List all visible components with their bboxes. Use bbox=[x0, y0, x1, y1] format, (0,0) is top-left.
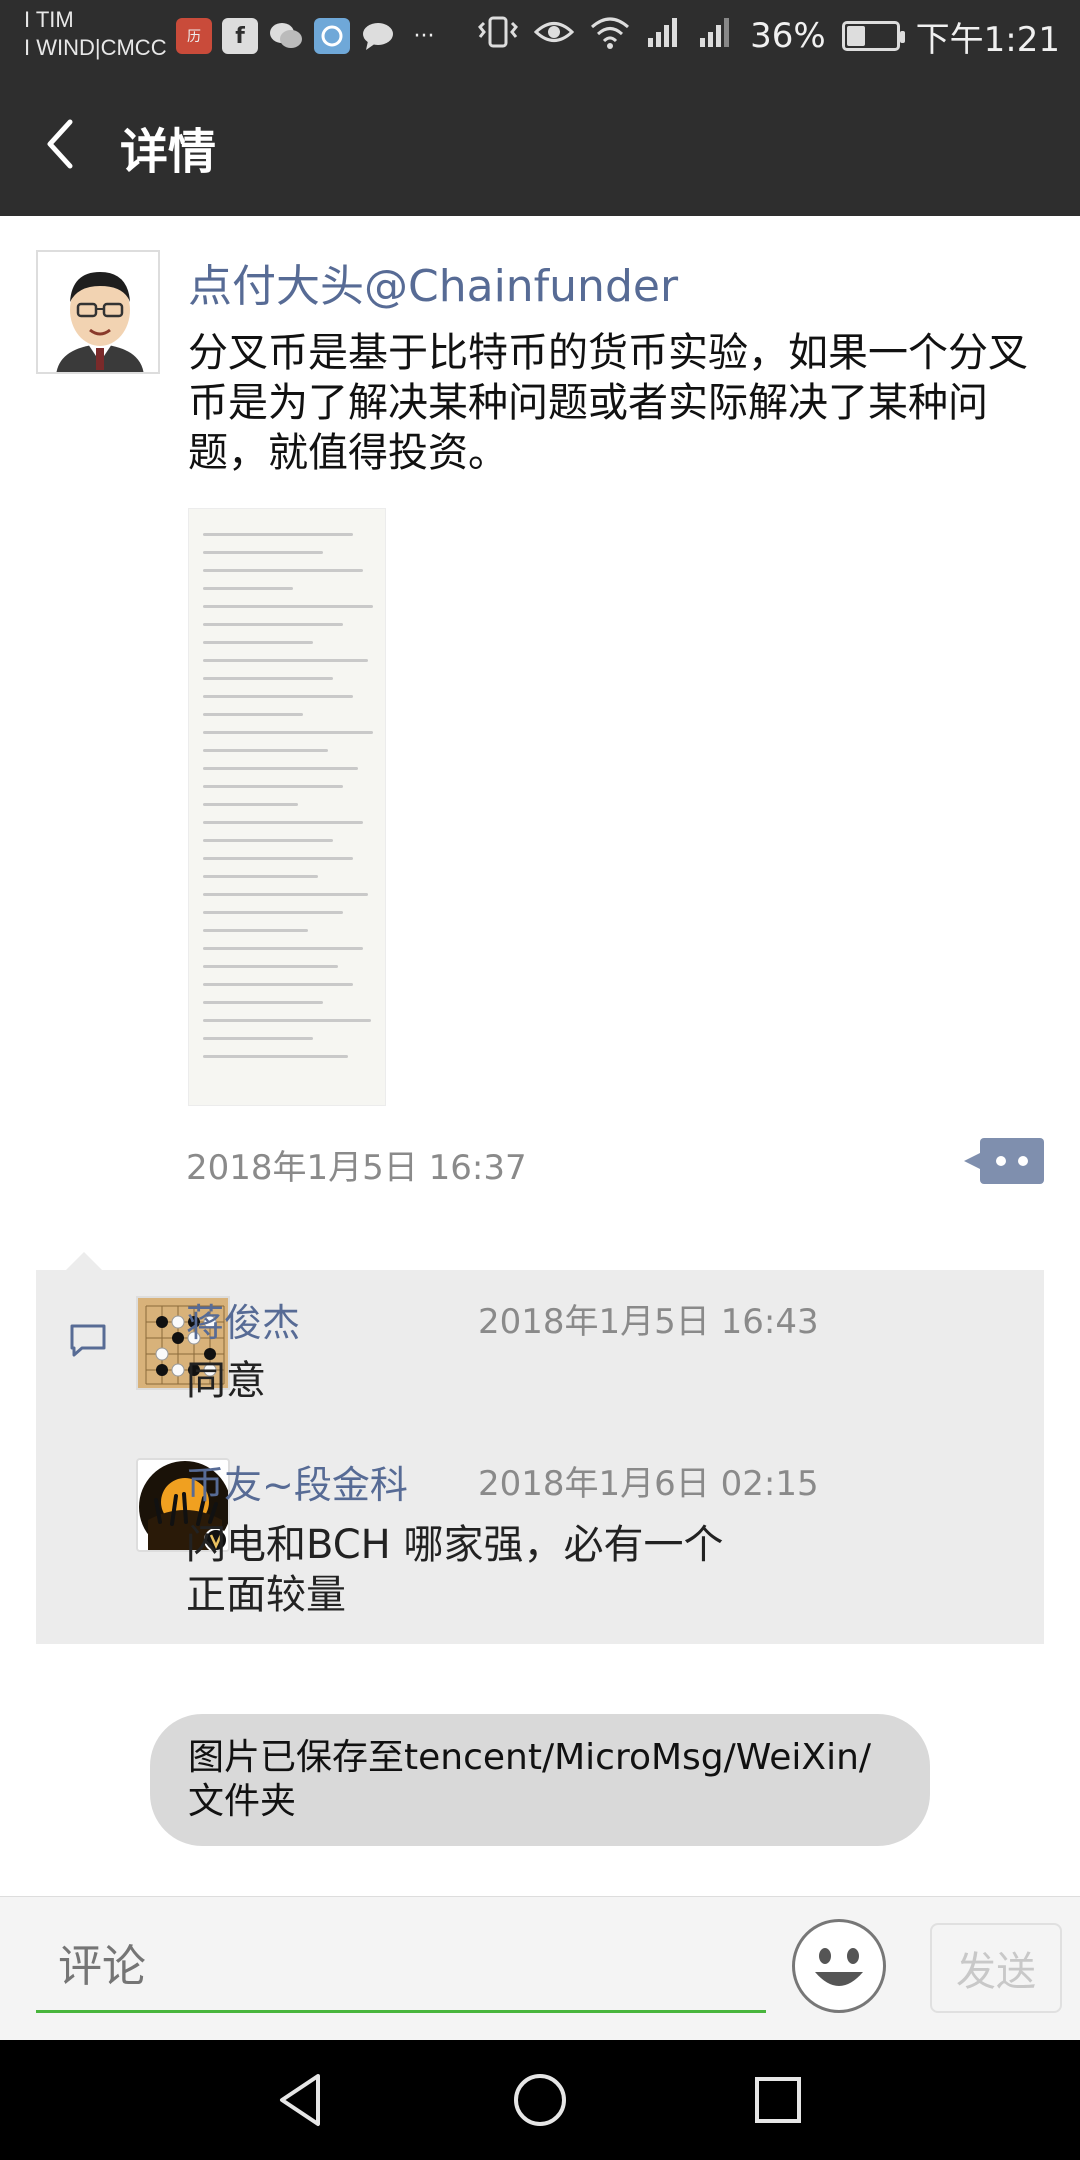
carrier-line-2: I WIND|CMCC bbox=[24, 35, 167, 60]
thumbnail-text-line bbox=[203, 641, 313, 644]
status-bar: I TIM I WIND|CMCC 历 f ··· 36% 下午1:21 bbox=[0, 0, 1080, 72]
system-navigation-bar bbox=[0, 2040, 1080, 2160]
nav-recents-icon[interactable] bbox=[746, 2068, 810, 2132]
dot-icon bbox=[1018, 1156, 1028, 1166]
thumbnail-text-line bbox=[203, 659, 368, 662]
thumbnail-text-line bbox=[203, 911, 343, 914]
comment-bubble-icon bbox=[68, 1322, 108, 1358]
facebook-icon: f bbox=[222, 18, 258, 54]
clock: 下午1:21 bbox=[915, 19, 1060, 60]
thumbnail-text-line bbox=[203, 839, 333, 842]
message-icon bbox=[360, 18, 396, 54]
battery-icon bbox=[841, 21, 905, 51]
thumbnail-text-line bbox=[203, 713, 303, 716]
thumbnail-text-line bbox=[203, 731, 373, 734]
thumbnail-text-line bbox=[203, 623, 343, 626]
carrier-line-1: I TIM bbox=[24, 7, 74, 32]
comment-input-bar: 发送 bbox=[0, 1896, 1080, 2040]
nav-home-icon[interactable] bbox=[508, 2068, 572, 2132]
notification-icons: 历 f ··· bbox=[176, 16, 442, 56]
thumbnail-text-line bbox=[203, 1001, 323, 1004]
carrier-info: I TIM I WIND|CMCC bbox=[24, 6, 167, 62]
thumbnail-text-line bbox=[203, 803, 298, 806]
post-image-thumbnail[interactable] bbox=[188, 508, 386, 1106]
post-text: 分叉币是基于比特币的货币实验，如果一个分叉币是为了解决某种问题或者实际解决了某种… bbox=[188, 330, 1028, 476]
toast-message: 图片已保存至tencent/MicroMsg/WeiXin/文件夹 bbox=[150, 1714, 930, 1846]
thumbnail-text-line bbox=[203, 1055, 348, 1058]
signal-1-icon bbox=[646, 16, 682, 57]
wifi-icon bbox=[590, 15, 630, 58]
thumbnail-text-line bbox=[203, 893, 368, 896]
thumbnail-text-line bbox=[203, 569, 363, 572]
eye-icon bbox=[533, 16, 575, 56]
qq-browser-icon bbox=[314, 18, 350, 54]
thumbnail-text-line bbox=[203, 587, 293, 590]
post-timestamp: 2018年1月5日 16:37 bbox=[186, 1148, 527, 1188]
thumbnail-text-line bbox=[203, 1019, 371, 1022]
more-actions-button[interactable] bbox=[964, 1138, 1044, 1184]
thumbnail-text-line bbox=[203, 533, 353, 536]
post-author-name[interactable]: 点付大头@Chainfunder bbox=[188, 250, 678, 314]
emoji-button[interactable] bbox=[792, 1919, 886, 2013]
vibrate-icon bbox=[478, 15, 519, 58]
thumbnail-text-line bbox=[203, 551, 323, 554]
thumbnail-text-line bbox=[203, 785, 343, 788]
nav-back-icon[interactable] bbox=[270, 2068, 334, 2132]
comment-timestamp: 2018年1月5日 16:43 bbox=[478, 1302, 819, 1342]
battery-fill bbox=[846, 26, 865, 46]
comments-panel: 蒋俊杰 2018年1月5日 16:43 同意 币友~段金科 2018年1月6日 … bbox=[36, 1252, 1044, 1644]
thumbnail-text-line bbox=[203, 983, 353, 986]
author-avatar[interactable] bbox=[36, 250, 160, 374]
comment-timestamp: 2018年1月6日 02:15 bbox=[478, 1464, 819, 1504]
thumbnail-text-line bbox=[203, 767, 358, 770]
page-title: 详情 bbox=[120, 124, 217, 180]
send-button[interactable]: 发送 bbox=[930, 1923, 1062, 2013]
thumbnail-text-line bbox=[203, 1037, 313, 1040]
thumbnail-text-line bbox=[203, 947, 363, 950]
wechat-icon bbox=[268, 18, 304, 54]
thumbnail-text-line bbox=[203, 677, 333, 680]
header-bar: 详情 bbox=[0, 72, 1080, 216]
thumbnail-text-line bbox=[203, 929, 308, 932]
dot-icon bbox=[996, 1156, 1006, 1166]
system-indicators: 36% 下午1:21 bbox=[478, 14, 1060, 60]
commenter-name[interactable]: 蒋俊杰 bbox=[186, 1292, 300, 1347]
thumbnail-text-line bbox=[203, 749, 328, 752]
commenter-name[interactable]: 币友~段金科 bbox=[186, 1454, 408, 1509]
thumbnail-text-line bbox=[203, 965, 338, 968]
comment-input[interactable] bbox=[36, 1923, 766, 2013]
more-notifications-icon: ··· bbox=[413, 23, 435, 49]
back-arrow-icon[interactable] bbox=[36, 112, 96, 176]
thumbnail-text-line bbox=[203, 695, 353, 698]
battery-percent: 36% bbox=[750, 16, 826, 56]
thumbnail-text-line bbox=[203, 605, 373, 608]
thumbnail-text-line bbox=[203, 875, 318, 878]
calendar-app-icon: 历 bbox=[176, 18, 212, 54]
comment-text: 同意 bbox=[186, 1358, 266, 1404]
signal-2-icon bbox=[698, 16, 734, 57]
thumbnail-text-line bbox=[203, 821, 363, 824]
thumbnail-text-line bbox=[203, 857, 353, 860]
comment-text: 闪电和BCH 哪家强，必有一个正面较量 bbox=[186, 1522, 724, 1618]
